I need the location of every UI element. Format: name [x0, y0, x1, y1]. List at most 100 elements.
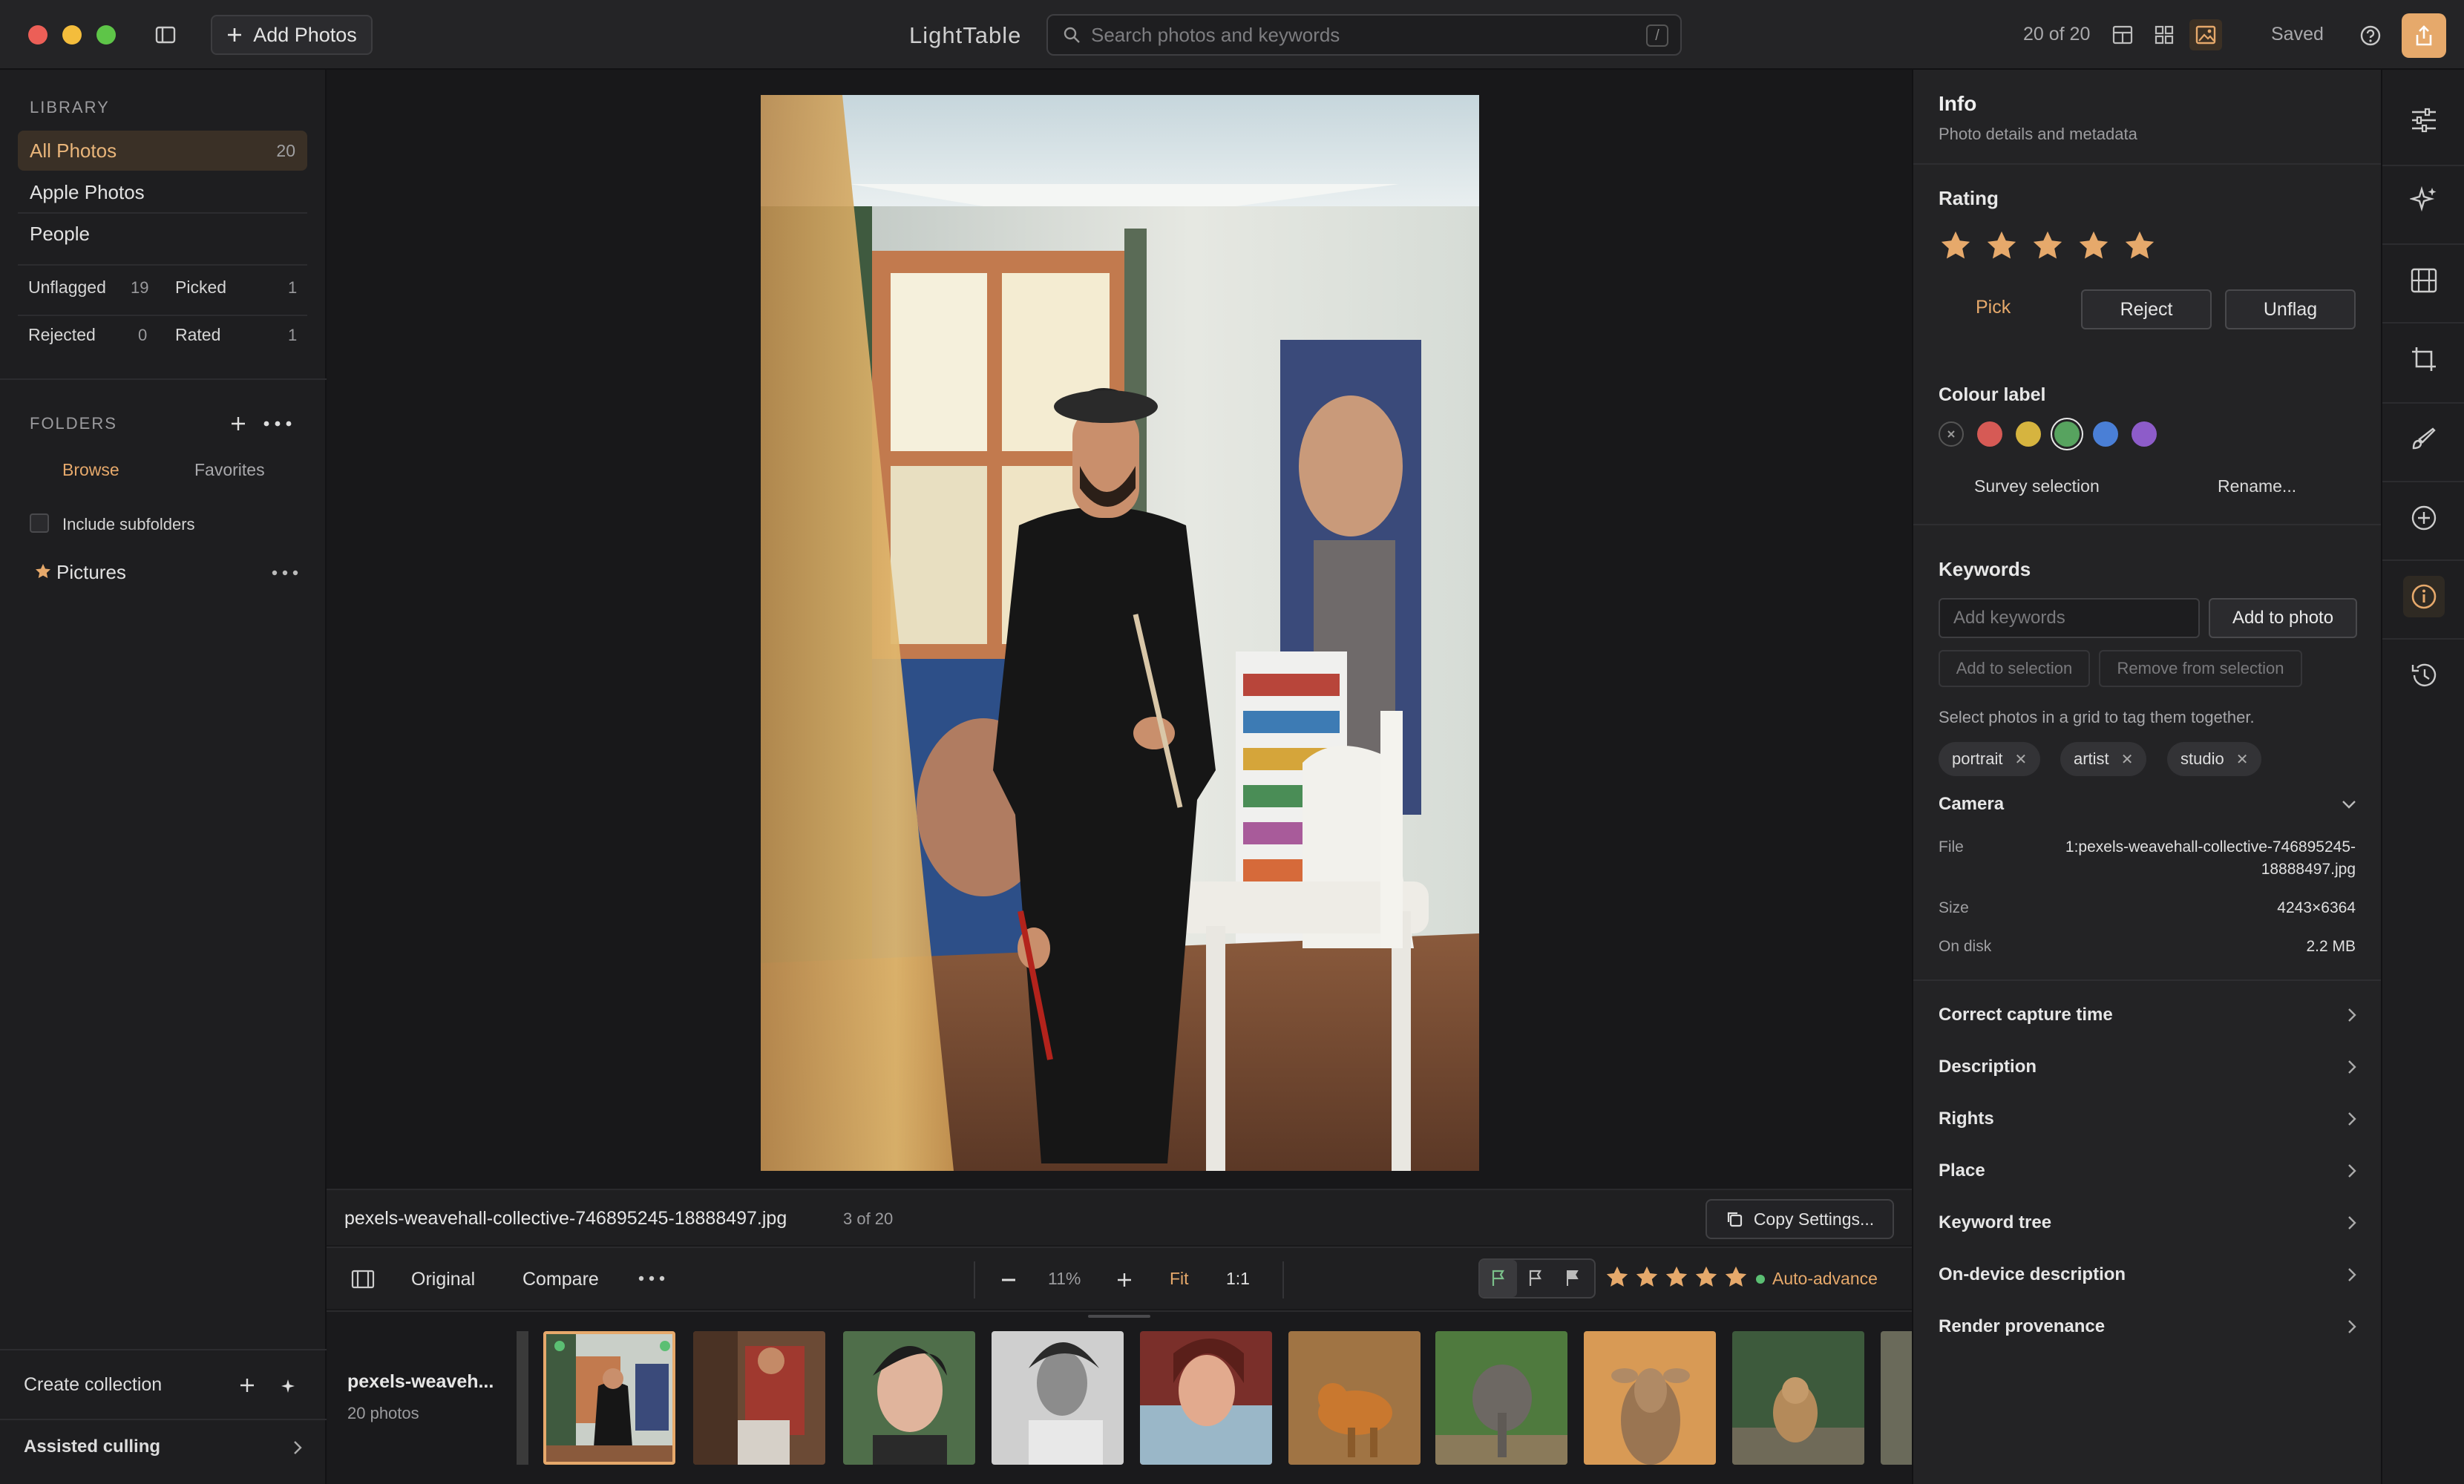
library-item-people[interactable]: People: [18, 214, 307, 254]
colour-swatch[interactable]: [2093, 421, 2118, 447]
rename-button[interactable]: Rename...: [2218, 476, 2296, 496]
filter-picked[interactable]: Picked: [175, 278, 226, 298]
remove-keyword-icon[interactable]: ✕: [2014, 750, 2027, 769]
folder-more-icon[interactable]: [270, 568, 300, 577]
star-rating[interactable]: [1939, 229, 2157, 263]
metadata-section-header[interactable]: Description: [1939, 1052, 2357, 1082]
keywords-input[interactable]: [1939, 598, 2200, 638]
thumbnail-elephant[interactable]: [1435, 1331, 1567, 1465]
star-icon[interactable]: [2077, 229, 2111, 263]
thumbnail-woman-wood[interactable]: [693, 1331, 825, 1465]
colour-swatch[interactable]: [2132, 421, 2157, 447]
copy-settings-button[interactable]: Copy Settings...: [1706, 1199, 1894, 1239]
main-photo[interactable]: [761, 95, 1479, 1171]
metadata-section-header[interactable]: Rights: [1939, 1104, 2357, 1134]
crop-button[interactable]: [2403, 338, 2445, 380]
thumbnail-redhead[interactable]: [1140, 1331, 1272, 1465]
zoom-in-icon[interactable]: [1113, 1269, 1136, 1291]
add-folder-icon[interactable]: [227, 413, 249, 435]
star-icon[interactable]: [2031, 229, 2065, 263]
unflag-button[interactable]: Unflag: [2225, 289, 2356, 329]
tab-browse[interactable]: Browse: [62, 460, 119, 480]
toolbar-star-rating[interactable]: [1605, 1264, 1749, 1290]
search-bar[interactable]: /: [1046, 14, 1682, 56]
zoom-fit-button[interactable]: Fit: [1170, 1269, 1189, 1289]
add-layer-button[interactable]: [2403, 497, 2445, 539]
thumbnail-partial[interactable]: [1881, 1331, 1912, 1465]
metadata-section-header[interactable]: Place: [1939, 1156, 2357, 1186]
close-window-button[interactable]: [28, 25, 47, 45]
tab-favorites[interactable]: Favorites: [194, 460, 265, 480]
more-options-icon[interactable]: [637, 1273, 666, 1284]
star-icon[interactable]: [1939, 229, 1973, 263]
star-icon[interactable]: [1605, 1264, 1630, 1290]
unflag-button[interactable]: [1517, 1260, 1554, 1297]
thumbnail-tiger[interactable]: [1288, 1331, 1421, 1465]
assisted-culling-item[interactable]: Assisted culling: [24, 1437, 160, 1457]
zoom-window-button[interactable]: [96, 25, 116, 45]
pick-button[interactable]: Pick: [1976, 297, 2011, 318]
original-button[interactable]: Original: [411, 1269, 475, 1290]
pick-flag-button[interactable]: [1480, 1260, 1517, 1297]
folders-more-icon[interactable]: [261, 413, 294, 435]
adjustments-button[interactable]: [2403, 99, 2445, 141]
smart-collection-sparkle-icon[interactable]: [278, 1376, 298, 1396]
star-icon[interactable]: [1694, 1264, 1719, 1290]
filter-unflagged[interactable]: Unflagged: [28, 278, 106, 298]
resize-handle[interactable]: [1088, 1315, 1150, 1318]
star-icon[interactable]: [2123, 229, 2157, 263]
metadata-section-header[interactable]: Keyword tree: [1939, 1208, 2357, 1238]
thumbnail-kudu[interactable]: [1584, 1331, 1716, 1465]
thumbnail-artist-studio[interactable]: [543, 1331, 675, 1465]
folder-pictures[interactable]: Pictures: [56, 561, 126, 584]
thumbnail-woman-green[interactable]: [843, 1331, 975, 1465]
zoom-one-to-one-button[interactable]: 1:1: [1226, 1269, 1250, 1289]
filter-rejected[interactable]: Rejected: [28, 325, 96, 345]
add-to-selection-button[interactable]: Add to selection: [1939, 650, 2090, 687]
star-icon[interactable]: [1723, 1264, 1749, 1290]
loupe-view-button[interactable]: [2189, 19, 2222, 50]
survey-selection-button[interactable]: Survey selection: [1974, 476, 2100, 496]
ai-enhance-button[interactable]: [2403, 180, 2445, 221]
grid-view-button[interactable]: [2148, 19, 2180, 50]
camera-section-header[interactable]: Camera: [1939, 789, 2357, 819]
star-icon[interactable]: [1634, 1264, 1659, 1290]
remove-keyword-icon[interactable]: ✕: [2236, 750, 2249, 769]
remove-from-selection-button[interactable]: Remove from selection: [2099, 650, 2302, 687]
metadata-section-header[interactable]: Correct capture time: [1939, 1000, 2357, 1030]
thumbnail-bw-portrait[interactable]: [992, 1331, 1124, 1465]
metadata-section-header[interactable]: Render provenance: [1939, 1312, 2357, 1342]
search-input[interactable]: [1091, 23, 1611, 47]
share-export-button[interactable]: [2402, 13, 2446, 58]
star-icon[interactable]: [1985, 229, 2019, 263]
library-item-all-photos[interactable]: All Photos 20: [18, 131, 307, 171]
layout-compare-view-button[interactable]: [2106, 19, 2139, 50]
library-item-apple-photos[interactable]: Apple Photos: [18, 172, 307, 212]
colour-swatch[interactable]: [2054, 421, 2080, 447]
add-photos-button[interactable]: Add Photos: [211, 15, 373, 55]
colour-swatch[interactable]: [2016, 421, 2041, 447]
presets-button[interactable]: [2403, 260, 2445, 301]
colour-swatch[interactable]: [1977, 421, 2002, 447]
retouch-button[interactable]: [2403, 418, 2445, 460]
thumbnail-lion[interactable]: [1732, 1331, 1864, 1465]
reject-flag-button[interactable]: [1554, 1260, 1591, 1297]
star-icon[interactable]: [1664, 1264, 1689, 1290]
sidebar-toggle-icon[interactable]: [153, 22, 178, 47]
thumbnail-partial[interactable]: [517, 1331, 528, 1465]
zoom-out-icon[interactable]: [997, 1269, 1020, 1291]
include-subfolders-checkbox[interactable]: [30, 513, 49, 533]
reject-button[interactable]: Reject: [2081, 289, 2212, 329]
remove-keyword-icon[interactable]: ✕: [2121, 750, 2134, 769]
filter-rated[interactable]: Rated: [175, 325, 220, 345]
create-collection-plus-icon[interactable]: [236, 1374, 258, 1396]
clear-colour-button[interactable]: [1939, 421, 1964, 447]
metadata-section-header[interactable]: On-device description: [1939, 1260, 2357, 1290]
info-button[interactable]: [2403, 576, 2445, 617]
minimize-window-button[interactable]: [62, 25, 82, 45]
compare-button[interactable]: Compare: [522, 1269, 599, 1290]
help-icon[interactable]: [2357, 22, 2384, 49]
add-to-photo-button[interactable]: Add to photo: [2209, 598, 2357, 638]
history-button[interactable]: [2403, 654, 2445, 696]
auto-advance-toggle[interactable]: Auto-advance: [1756, 1269, 1878, 1289]
